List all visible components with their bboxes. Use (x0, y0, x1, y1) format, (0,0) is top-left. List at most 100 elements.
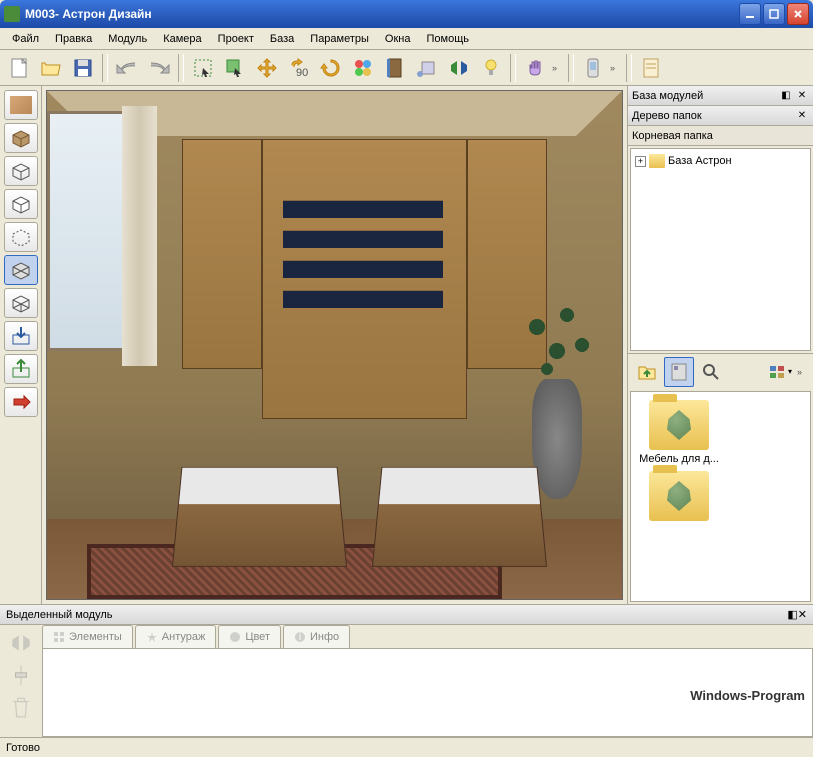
root-label: Корневая папка (632, 130, 809, 142)
panel-close-icon[interactable]: ✕ (795, 109, 809, 123)
panel-pin-icon[interactable]: ◧ (779, 89, 793, 103)
tree-panel-header: Дерево папок ✕ (628, 106, 813, 126)
left-toolbar (0, 86, 42, 604)
catalog-item[interactable]: Мебель для д... (639, 400, 719, 465)
undo-button[interactable] (112, 53, 142, 83)
modules-panel-header: База модулей ◧ ✕ (628, 86, 813, 106)
rotate-90-button[interactable]: 90 (284, 53, 314, 83)
menu-edit[interactable]: Правка (47, 31, 100, 47)
menu-module[interactable]: Модуль (100, 31, 155, 47)
view-options-button[interactable]: ▾ (765, 357, 795, 387)
detail-view-button[interactable] (664, 357, 694, 387)
panel-close-icon[interactable]: ✕ (795, 89, 809, 103)
color-button[interactable] (348, 53, 378, 83)
select-rect-button[interactable] (188, 53, 218, 83)
catalog-view[interactable]: Мебель для д... (630, 391, 811, 602)
app-icon (4, 6, 20, 22)
rotate-button[interactable] (316, 53, 346, 83)
status-text: Готово (6, 742, 40, 754)
root-folder-header[interactable]: Корневая папка (628, 126, 813, 146)
folder-icon (649, 471, 709, 521)
import-tool[interactable] (4, 321, 38, 351)
menu-file[interactable]: Файл (4, 31, 47, 47)
box-dashed-tool[interactable] (4, 222, 38, 252)
trash-icon[interactable] (9, 695, 33, 719)
toolbar-separator (568, 54, 574, 82)
open-button[interactable] (36, 53, 66, 83)
box-3d-tool[interactable] (4, 288, 38, 318)
selected-module-panel: Выделенный модуль ◧ ✕ Элементы Антураж Ц… (0, 604, 813, 737)
palette-icon (229, 631, 241, 643)
3d-viewport[interactable] (46, 90, 623, 600)
menu-base[interactable]: База (262, 31, 302, 47)
redo-button[interactable] (144, 53, 174, 83)
close-button[interactable] (787, 3, 809, 25)
window-title: M003- Астрон Дизайн (25, 7, 737, 21)
right-panel: База модулей ◧ ✕ Дерево папок ✕ Корневая… (627, 86, 813, 604)
menu-params[interactable]: Параметры (302, 31, 377, 47)
box-diag-tool[interactable] (4, 255, 38, 285)
save-button[interactable] (68, 53, 98, 83)
window-titlebar: M003- Астрон Дизайн (0, 0, 813, 28)
star-icon (146, 631, 158, 643)
selected-module-title: Выделенный модуль (6, 609, 787, 621)
pan-button[interactable] (520, 53, 550, 83)
up-folder-button[interactable] (632, 357, 662, 387)
door-button[interactable] (380, 53, 410, 83)
box-open-tool[interactable] (4, 189, 38, 219)
modules-title: База модулей (632, 90, 777, 102)
tree-expand-icon[interactable]: + (635, 156, 646, 167)
tab-elements[interactable]: Элементы (42, 625, 133, 648)
mirror-icon[interactable] (9, 631, 33, 655)
maximize-button[interactable] (763, 3, 785, 25)
menu-windows[interactable]: Окна (377, 31, 419, 47)
mirror-button[interactable] (444, 53, 474, 83)
material-tool[interactable] (4, 90, 38, 120)
selected-module-sidebar (0, 625, 42, 737)
menubar: Файл Правка Модуль Камера Проект База Па… (0, 28, 813, 50)
export-tool[interactable] (4, 354, 38, 384)
box-wire-tool[interactable] (4, 156, 38, 186)
leaf-icon (664, 481, 694, 511)
arrow-right-tool[interactable] (4, 387, 38, 417)
main-toolbar: 90 » » (0, 50, 813, 86)
toolbar-expand[interactable]: » (797, 367, 809, 377)
tab-entourage[interactable]: Антураж (135, 625, 217, 648)
box-solid-tool[interactable] (4, 123, 38, 153)
selected-module-header: Выделенный модуль ◧ ✕ (0, 605, 813, 625)
light-button[interactable] (476, 53, 506, 83)
select-cursor-button[interactable] (220, 53, 250, 83)
panel-pin-icon[interactable]: ◧ (787, 608, 797, 621)
menu-help[interactable]: Помощь (418, 31, 477, 47)
folder-tree[interactable]: + База Астрон (630, 148, 811, 351)
note-button[interactable] (636, 53, 666, 83)
minimize-button[interactable] (739, 3, 761, 25)
tree-item-label: База Астрон (668, 155, 732, 167)
property-tab-body (42, 649, 813, 737)
tree-node[interactable]: + База Астрон (635, 153, 806, 169)
render-button[interactable] (412, 53, 442, 83)
panel-close-icon[interactable]: ✕ (798, 608, 807, 621)
catalog-item[interactable] (639, 471, 719, 521)
info-icon: i (294, 631, 306, 643)
tab-info[interactable]: iИнфо (283, 625, 350, 648)
catalog-toolbar: ▾ » (628, 353, 813, 389)
phone-button[interactable] (578, 53, 608, 83)
catalog-item-label: Мебель для д... (639, 453, 719, 465)
tab-color[interactable]: Цвет (218, 625, 281, 648)
toolbar-expand[interactable]: » (610, 63, 622, 73)
statusbar: Готово (0, 737, 813, 757)
toolbar-separator (510, 54, 516, 82)
new-doc-button[interactable] (4, 53, 34, 83)
toolbar-separator (102, 54, 108, 82)
menu-camera[interactable]: Камера (155, 31, 209, 47)
toolbar-separator (626, 54, 632, 82)
slider-icon[interactable] (9, 663, 33, 687)
svg-text:i: i (299, 631, 301, 643)
svg-text:90: 90 (296, 67, 308, 79)
tree-title: Дерево папок (632, 110, 793, 122)
search-button[interactable] (696, 357, 726, 387)
menu-project[interactable]: Проект (210, 31, 262, 47)
toolbar-expand[interactable]: » (552, 63, 564, 73)
move-button[interactable] (252, 53, 282, 83)
